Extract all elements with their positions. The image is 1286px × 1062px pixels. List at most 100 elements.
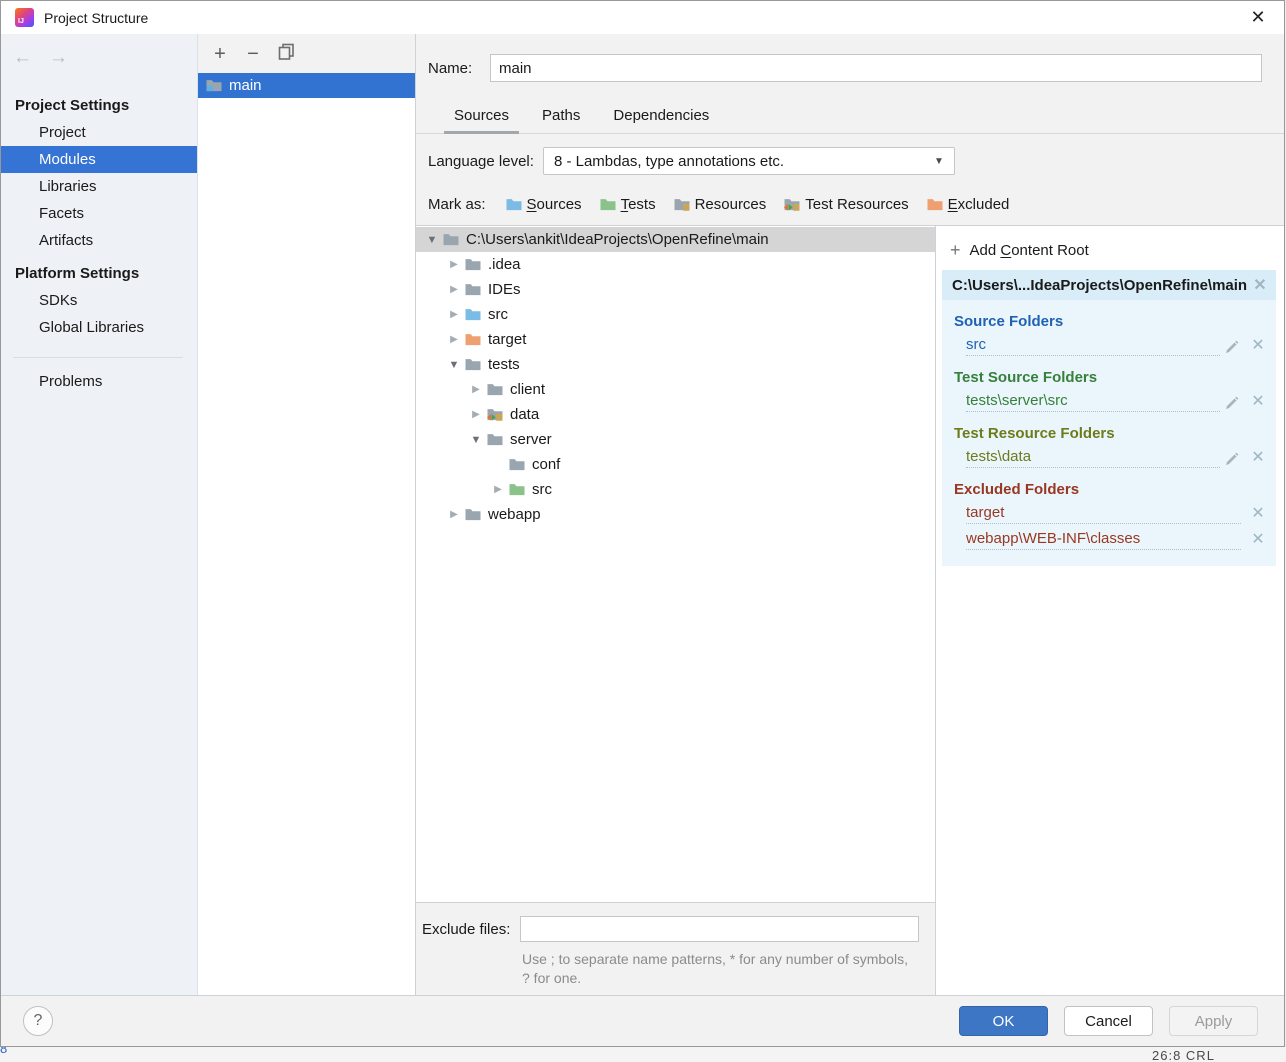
edit-folder-icon[interactable] — [1224, 452, 1239, 467]
mark-as-label-tests: Tests — [621, 196, 656, 213]
sidebar-item-facets[interactable]: Facets — [1, 200, 197, 227]
add-content-root-button[interactable]: + Add Content Root — [942, 232, 1276, 270]
apply-button[interactable]: Apply — [1169, 1006, 1258, 1036]
folder-entry: target ✕ — [966, 503, 1266, 524]
content-root-header: C:\Users\...IdeaProjects\OpenRefine\main… — [942, 270, 1276, 300]
tree-node-idea[interactable]: ▶.idea — [416, 252, 935, 277]
module-name-input[interactable] — [490, 54, 1262, 82]
folder-entry: src ✕ — [966, 335, 1266, 356]
add-module-button[interactable]: + — [211, 44, 229, 64]
tab-dependencies[interactable]: Dependencies — [603, 101, 719, 133]
folders-panel: + Add Content Root C:\Users\...IdeaProje… — [936, 226, 1284, 995]
edit-folder-icon[interactable] — [1224, 340, 1239, 355]
folder-blue-icon — [464, 307, 482, 322]
tree-node-c-users-ankit-ideaprojects-openrefine-main[interactable]: ▼C:\Users\ankit\IdeaProjects\OpenRefine\… — [416, 227, 935, 252]
tree-node-label: client — [510, 381, 545, 398]
sidebar-item-project[interactable]: Project — [1, 119, 197, 146]
mark-as-sources[interactable]: Sources — [505, 196, 582, 213]
tree-node-server[interactable]: ▼server — [416, 427, 935, 452]
sidebar-item-libraries[interactable]: Libraries — [1, 173, 197, 200]
expand-icon[interactable]: ▶ — [444, 309, 464, 320]
module-toolbar: +− — [198, 34, 415, 73]
collapse-icon[interactable]: ▼ — [444, 359, 464, 371]
remove-content-root-icon[interactable]: ✕ — [1252, 275, 1268, 295]
ok-button[interactable]: OK — [959, 1006, 1048, 1036]
help-button[interactable]: ? — [23, 1006, 53, 1036]
mark-as-resources[interactable]: Resources — [673, 196, 767, 213]
sidebar-list: Project SettingsProjectModulesLibrariesF… — [1, 86, 197, 395]
expand-icon[interactable]: ▶ — [444, 284, 464, 295]
title-bar: IJ Project Structure ✕ — [1, 1, 1284, 34]
copy-module-button[interactable] — [277, 43, 295, 64]
edit-folder-icon[interactable] — [1224, 396, 1239, 411]
chevron-down-icon: ▼ — [934, 156, 944, 167]
remove-folder-icon[interactable]: ✕ — [1250, 529, 1266, 549]
tab-paths[interactable]: Paths — [532, 101, 590, 133]
mark-as-excluded[interactable]: Excluded — [926, 196, 1010, 213]
folder-path[interactable]: tests\data — [966, 448, 1031, 465]
folder-path[interactable]: tests\server\src — [966, 392, 1068, 409]
mark-as-tests[interactable]: Tests — [599, 196, 656, 213]
history-nav: ← → — [1, 34, 197, 72]
folder-path[interactable]: src — [966, 336, 986, 353]
collapse-icon[interactable]: ▼ — [466, 434, 486, 446]
expand-icon[interactable]: ▶ — [444, 334, 464, 345]
sidebar-item-problems[interactable]: Problems — [1, 368, 197, 395]
tree-node-src[interactable]: ▶ src — [416, 302, 935, 327]
content-tree-column: ▼C:\Users\ankit\IdeaProjects\OpenRefine\… — [416, 226, 936, 995]
close-icon[interactable]: ✕ — [1246, 7, 1270, 28]
expand-icon[interactable]: ▶ — [466, 384, 486, 395]
tree-node-webapp[interactable]: ▶ webapp — [416, 502, 935, 527]
module-editor: Name: Sources Paths Dependencies Language … — [415, 34, 1284, 995]
sidebar-item-modules[interactable]: Modules — [1, 146, 197, 173]
remove-module-button[interactable]: − — [244, 44, 262, 64]
remove-folder-icon[interactable]: ✕ — [1250, 335, 1266, 355]
remove-folder-icon[interactable]: ✕ — [1250, 503, 1266, 523]
forward-icon[interactable]: → — [49, 47, 68, 72]
remove-folder-icon[interactable]: ✕ — [1250, 447, 1266, 467]
tab-sources[interactable]: Sources — [444, 101, 519, 133]
exclude-files-section: Exclude files: Use ; to separate name pa… — [416, 902, 935, 995]
tree-node-label: src — [488, 306, 508, 323]
collapse-icon[interactable]: ▼ — [422, 234, 442, 246]
sidebar-item-artifacts[interactable]: Artifacts — [1, 227, 197, 254]
expand-icon[interactable]: ▶ — [488, 484, 508, 495]
folder-path[interactable]: target — [966, 504, 1004, 521]
sidebar-item-global-libraries[interactable]: Global Libraries — [1, 314, 197, 341]
tree-node-data[interactable]: ▶data — [416, 402, 935, 427]
tree-node-label: src — [532, 481, 552, 498]
tree-node-client[interactable]: ▶ client — [416, 377, 935, 402]
sidebar-item-sdks[interactable]: SDKs — [1, 287, 197, 314]
exclude-files-input[interactable] — [520, 916, 919, 942]
tree-node-tests[interactable]: ▼tests — [416, 352, 935, 377]
folder-gray-icon — [442, 232, 460, 247]
name-label: Name: — [428, 60, 490, 77]
expand-icon[interactable]: ▶ — [444, 259, 464, 270]
tree-node-src[interactable]: ▶ src — [416, 477, 935, 502]
folder-entry: webapp\WEB-INF\classes ✕ — [966, 529, 1266, 550]
tree-node-target[interactable]: ▶target — [416, 327, 935, 352]
module-list-item[interactable]: main — [198, 73, 415, 98]
dialog-title: Project Structure — [44, 10, 148, 26]
folder-path[interactable]: webapp\WEB-INF\classes — [966, 530, 1140, 547]
folder-path-line: target — [966, 504, 1241, 524]
folder-green-icon — [599, 197, 617, 212]
settings-sidebar: ← → Project SettingsProjectModulesLibrar… — [1, 34, 197, 995]
language-level-select[interactable]: 8 - Lambdas, type annotations etc. ▼ — [543, 147, 955, 175]
sidebar-divider — [13, 357, 183, 358]
content-root-tree: ▼C:\Users\ankit\IdeaProjects\OpenRefine\… — [416, 226, 935, 902]
language-level-label: Language level: — [428, 153, 534, 170]
folder-orange-icon — [464, 332, 482, 347]
module-list-panel: +− main — [197, 34, 415, 995]
remove-folder-icon[interactable]: ✕ — [1250, 391, 1266, 411]
language-level-value: 8 - Lambdas, type annotations etc. — [554, 153, 784, 170]
back-icon[interactable]: ← — [13, 47, 32, 72]
tree-node-conf[interactable]: conf — [416, 452, 935, 477]
tree-node-ides[interactable]: ▶IDEs — [416, 277, 935, 302]
expand-icon[interactable]: ▶ — [466, 409, 486, 420]
expand-icon[interactable]: ▶ — [444, 509, 464, 520]
mark-as-test-resources[interactable]: Test Resources — [783, 196, 908, 213]
cancel-button[interactable]: Cancel — [1064, 1006, 1153, 1036]
project-structure-dialog: IJ Project Structure ✕ ← → Project Setti… — [0, 0, 1285, 1047]
tree-node-label: webapp — [488, 506, 541, 523]
